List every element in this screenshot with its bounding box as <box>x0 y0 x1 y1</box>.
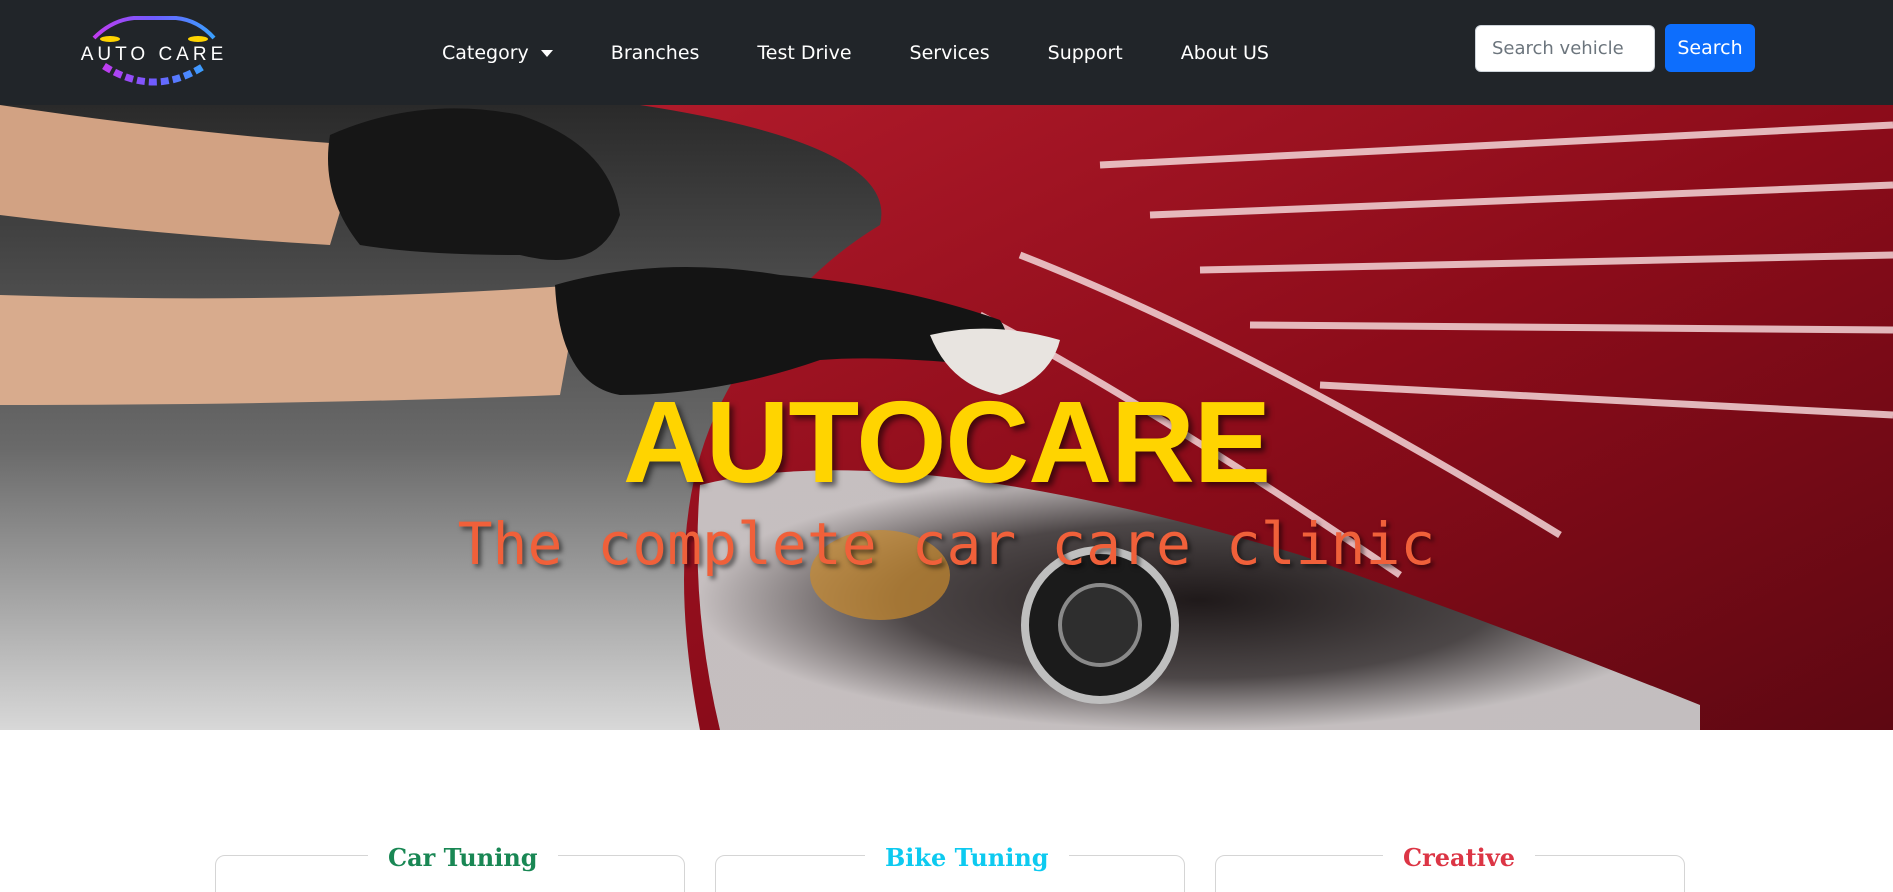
logo-text: AUTO CARE <box>80 44 228 65</box>
search-input[interactable] <box>1475 25 1655 72</box>
hero-subtitle: The complete car care clinic <box>457 510 1436 578</box>
nav-item-category[interactable]: Category <box>442 42 553 64</box>
hero-title: AUTOCARE <box>622 377 1271 507</box>
nav-item-label: Category <box>442 41 529 64</box>
card-title-bike-tuning: Bike Tuning <box>865 843 1069 872</box>
card-title-car-tuning: Car Tuning <box>368 843 558 872</box>
nav-item-services[interactable]: Services <box>910 42 990 64</box>
search-button[interactable]: Search <box>1665 24 1755 72</box>
nav-item-support[interactable]: Support <box>1048 42 1123 64</box>
nav-links: Category Branches Test Drive Services Su… <box>442 0 1327 105</box>
nav-item-about-us[interactable]: About US <box>1181 42 1269 64</box>
caret-down-icon <box>540 50 553 57</box>
auto-care-logo[interactable]: AUTO CARE <box>64 14 244 86</box>
card-title-creative: Creative <box>1383 843 1535 872</box>
hero-banner: AUTOCARE The complete car care clinic <box>0 105 1893 730</box>
top-navbar: AUTO CARE Category Branches Test Drive S… <box>0 0 1893 105</box>
nav-item-test-drive[interactable]: Test Drive <box>757 42 851 64</box>
nav-item-branches[interactable]: Branches <box>611 42 700 64</box>
